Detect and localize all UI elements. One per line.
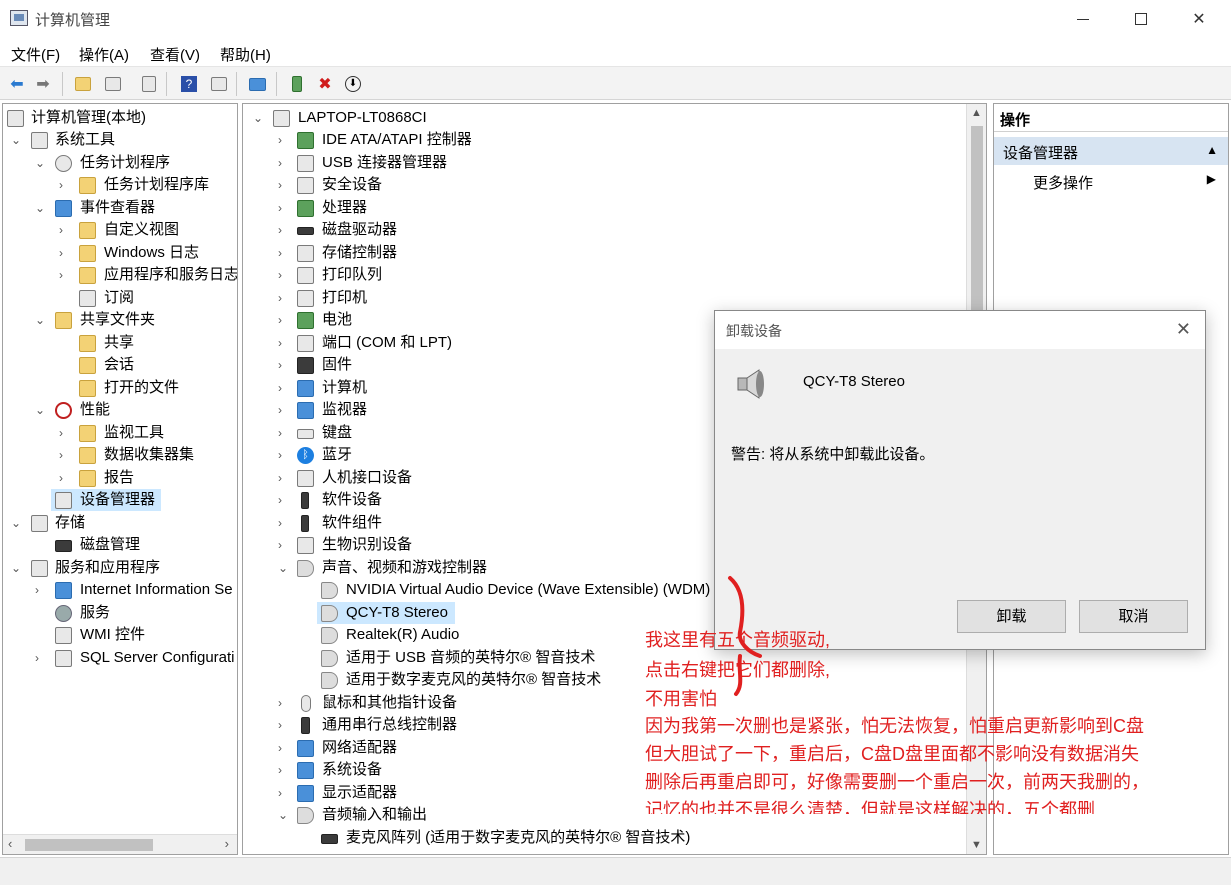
actions-section-device-manager[interactable]: 设备管理器 ▲ xyxy=(994,137,1228,165)
annotation-line: 因为我第一次删也是紧张，怕无法恢复，怕重启更新影响到C盘 xyxy=(645,716,1144,736)
menu-file[interactable]: 文件(F) xyxy=(11,44,60,65)
help-icon[interactable]: ? xyxy=(178,73,200,95)
dialog-title-bar: 卸载设备 ✕ xyxy=(715,311,1205,349)
dialog-device-name: QCY-T8 Stereo xyxy=(803,373,905,390)
action-pane-icon[interactable] xyxy=(208,73,230,95)
window-title: 计算机管理 xyxy=(35,12,111,29)
annotation-line: 点击右键把它们都删除, xyxy=(645,660,830,680)
chevron-right-icon: ▶ xyxy=(1206,172,1216,186)
bluetooth-icon: ᛒ xyxy=(297,447,314,464)
scroll-down-icon[interactable]: ▼ xyxy=(971,839,982,851)
close-button[interactable]: ✕ xyxy=(1170,0,1228,38)
minimize-button[interactable] xyxy=(1054,0,1112,38)
dialog-close-icon[interactable]: ✕ xyxy=(1176,319,1191,340)
toolbar: ⬅ ➡ ? ✖ ⬇ xyxy=(0,66,1231,100)
uninstall-device-dialog: 卸载设备 ✕ QCY-T8 Stereo 警告: 将从系统中卸载此设备。 卸载 … xyxy=(714,310,1206,650)
scroll-left-icon[interactable]: ‹ xyxy=(8,836,12,851)
scrollbar-thumb[interactable] xyxy=(25,839,153,851)
toolbar-separator xyxy=(62,72,63,96)
collapse-up-icon[interactable]: ▲ xyxy=(1206,143,1218,157)
menu-bar: 文件(F) 操作(A) 查看(V) 帮助(H) xyxy=(0,38,1231,66)
scrollbar-thumb[interactable] xyxy=(971,126,983,326)
annotation-line: 删除后再重启即可，好像需要删一个重启一次，前两天我删的， xyxy=(645,772,1149,792)
toolbar-separator xyxy=(236,72,237,96)
scroll-up-icon[interactable]: ▲ xyxy=(971,107,982,119)
uninstall-button[interactable]: 卸载 xyxy=(957,600,1066,633)
horizontal-scrollbar[interactable]: ‹ › xyxy=(3,834,237,854)
title-bar: 计算机管理 ✕ xyxy=(0,0,1231,38)
toolbar-separator xyxy=(166,72,167,96)
scan-hardware-icon[interactable] xyxy=(246,73,268,95)
properties-icon[interactable] xyxy=(138,73,160,95)
actions-header: 操作 xyxy=(994,104,1228,132)
up-folder-icon[interactable] xyxy=(72,73,94,95)
annotation-line: 不用害怕 xyxy=(645,689,717,709)
toolbar-separator xyxy=(276,72,277,96)
dialog-title: 卸载设备 xyxy=(726,323,782,339)
actions-section-label: 设备管理器 xyxy=(1003,145,1079,162)
more-actions-label: 更多操作 xyxy=(1033,175,1094,192)
maximize-button[interactable] xyxy=(1112,0,1170,38)
close-icon: ✕ xyxy=(1192,11,1206,28)
status-bar xyxy=(0,857,1231,885)
forward-arrow-icon[interactable]: ➡ xyxy=(32,73,54,95)
dialog-warning-text: 警告: 将从系统中卸载此设备。 xyxy=(731,446,935,463)
more-actions-item[interactable]: 更多操作 ▶ xyxy=(994,168,1228,194)
minimize-icon xyxy=(1077,18,1089,20)
menu-view[interactable]: 查看(V) xyxy=(150,44,200,65)
speaker-icon xyxy=(737,369,764,399)
back-arrow-icon[interactable]: ⬅ xyxy=(6,73,28,95)
navigation-tree-panel: 计算机管理(本地) ⌄ 系统工具 ⌄ 任务计划程序 › 任务计划程序库 ⌄ 事件查看器 … xyxy=(2,103,238,855)
annotation-line: 我这里有五个音频驱动, xyxy=(645,630,830,650)
scroll-right-icon[interactable]: › xyxy=(225,836,229,851)
annotation-line: 记忆的也并不是很么清楚，但就是这样解决的，五个都删 xyxy=(645,800,1095,814)
uninstall-icon[interactable]: ✖ xyxy=(314,73,336,95)
menu-action[interactable]: 操作(A) xyxy=(79,44,129,65)
download-icon[interactable]: ⬇ xyxy=(342,73,364,95)
menu-help[interactable]: 帮助(H) xyxy=(220,44,271,65)
computer-management-icon xyxy=(10,10,28,26)
annotation-line: 但大胆试了一下，重启后，C盘D盘里面都不影响没有数据消失 xyxy=(645,744,1139,764)
show-hide-tree-icon[interactable] xyxy=(102,73,124,95)
maximize-icon xyxy=(1135,13,1147,25)
cancel-button[interactable]: 取消 xyxy=(1079,600,1188,633)
update-driver-icon[interactable] xyxy=(286,73,308,95)
